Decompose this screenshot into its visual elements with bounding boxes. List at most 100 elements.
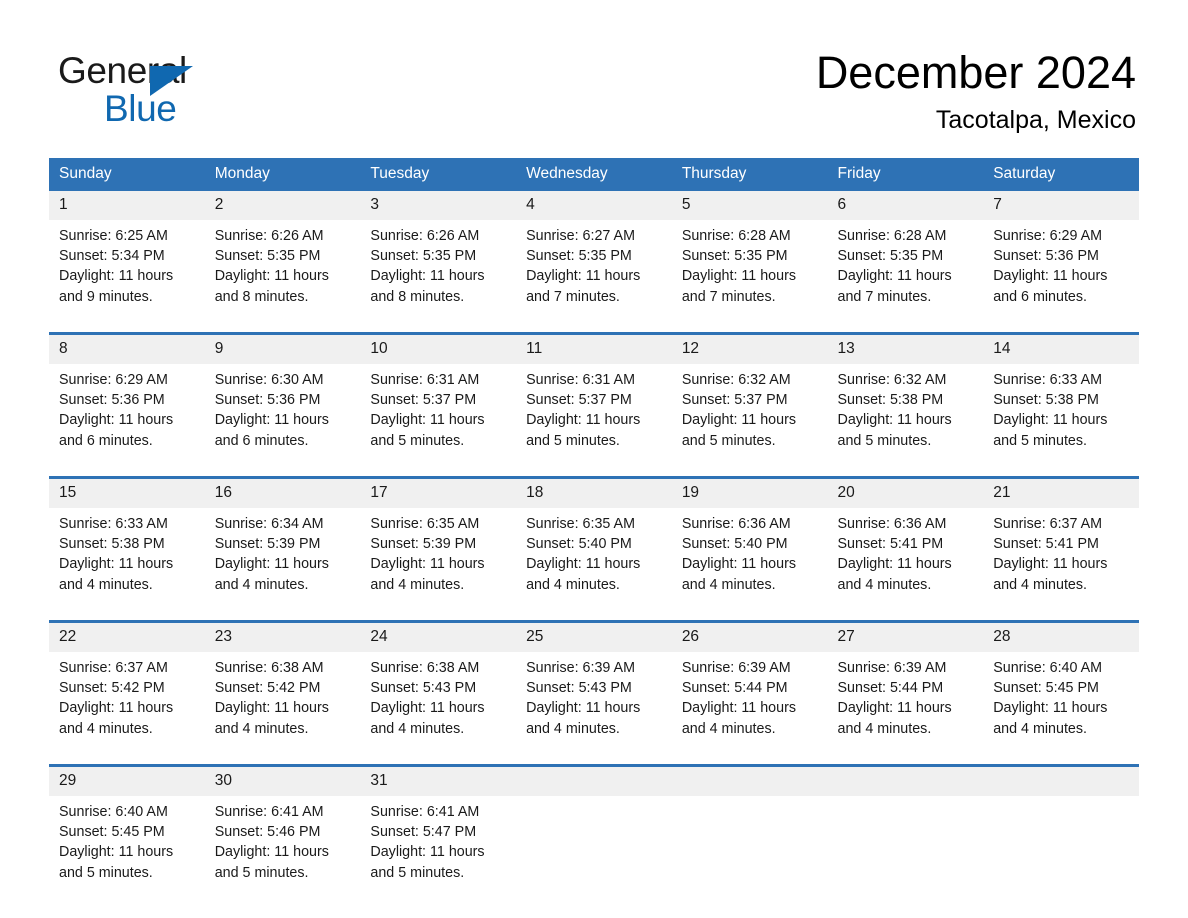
day-number-cell[interactable]: 1 — [49, 191, 205, 220]
day-details-cell[interactable]: Sunrise: 6:38 AM Sunset: 5:43 PM Daylight:… — [360, 652, 517, 748]
day-details-cell[interactable]: Sunrise: 6:39 AM Sunset: 5:44 PM Daylight:… — [827, 652, 984, 748]
day-details-cell[interactable]: Sunrise: 6:32 AM Sunset: 5:37 PM Daylight:… — [671, 364, 828, 460]
day-details-row: Sunrise: 6:25 AM Sunset: 5:34 PM Daylight:… — [49, 220, 1139, 316]
daylight-text-line2: and 8 minutes. — [214, 288, 309, 305]
day-details-cell[interactable]: Sunrise: 6:30 AM Sunset: 5:36 PM Daylight:… — [204, 364, 361, 460]
day-number-cell[interactable]: 30 — [204, 767, 361, 796]
title-block: December 2024 Tacotalpa, Mexico — [816, 46, 1136, 136]
day-number-cell[interactable]: 10 — [360, 335, 517, 364]
daylight-text-line2: and 7 minutes. — [526, 288, 620, 305]
day-details-cell[interactable]: Sunrise: 6:31 AM Sunset: 5:37 PM Daylight:… — [516, 364, 672, 460]
daylight-text-line2: and 7 minutes. — [681, 288, 776, 305]
day-details-cell[interactable]: Sunrise: 6:26 AM Sunset: 5:35 PM Daylight:… — [360, 220, 517, 316]
daylight-text-line1: Daylight: 11 hours — [214, 268, 329, 285]
day-number-cell[interactable]: 25 — [516, 623, 672, 652]
day-number-cell[interactable]: 24 — [360, 623, 517, 652]
sunrise-text: Sunrise: 6:26 AM — [370, 228, 480, 244]
day-details-cell[interactable]: Sunrise: 6:26 AM Sunset: 5:35 PM Daylight:… — [204, 220, 361, 316]
daylight-text-line1: Daylight: 11 hours — [526, 556, 641, 573]
day-details-cell[interactable]: Sunrise: 6:29 AM Sunset: 5:36 PM Daylight:… — [49, 364, 205, 460]
day-details-cell[interactable]: Sunrise: 6:35 AM Sunset: 5:39 PM Daylight:… — [360, 508, 517, 604]
day-details-cell[interactable]: Sunrise: 6:36 AM Sunset: 5:41 PM Daylight:… — [827, 508, 984, 604]
day-number-cell[interactable]: 9 — [204, 335, 361, 364]
day-details-cell[interactable]: Sunrise: 6:33 AM Sunset: 5:38 PM Daylight:… — [49, 508, 205, 604]
day-number-cell[interactable]: 13 — [827, 335, 984, 364]
generalblue-logo: General Blue — [58, 50, 398, 140]
day-details-cell[interactable]: Sunrise: 6:39 AM Sunset: 5:43 PM Daylight:… — [516, 652, 672, 748]
day-number-cell[interactable]: 12 — [671, 335, 828, 364]
sunrise-text: Sunrise: 6:32 AM — [681, 372, 791, 388]
page-subtitle-location: Tacotalpa, Mexico — [935, 106, 1136, 134]
day-details-cell[interactable]: Sunrise: 6:38 AM Sunset: 5:42 PM Daylight:… — [204, 652, 361, 748]
logo-text-blue: Blue — [104, 88, 177, 129]
day-number-cell[interactable]: 7 — [983, 191, 1139, 220]
calendar-body: 1 2 3 4 5 6 7 Sunrise: 6:25 AM Sunset: 5:34 PM Da… — [49, 191, 1139, 892]
day-details-cell[interactable]: Sunrise: 6:27 AM Sunset: 5:35 PM Daylight:… — [516, 220, 672, 316]
day-number-cell[interactable]: 18 — [516, 479, 672, 508]
day-details-cell[interactable]: Sunrise: 6:36 AM Sunset: 5:40 PM Daylight:… — [671, 508, 828, 604]
day-details-cell[interactable]: Sunrise: 6:29 AM Sunset: 5:36 PM Daylight:… — [983, 220, 1139, 316]
sunset-text: Sunset: 5:39 PM — [370, 536, 477, 553]
sunrise-text: Sunrise: 6:38 AM — [370, 660, 480, 676]
day-details-cell[interactable]: Sunrise: 6:31 AM Sunset: 5:37 PM Daylight:… — [360, 364, 517, 460]
day-number-cell[interactable]: 28 — [983, 623, 1139, 652]
sunset-text: Sunset: 5:44 PM — [681, 680, 788, 697]
daylight-text-line2: and 5 minutes. — [370, 432, 465, 449]
day-number-cell[interactable]: 26 — [671, 623, 828, 652]
day-number-cell[interactable]: 8 — [49, 335, 205, 364]
daylight-text-line1: Daylight: 11 hours — [370, 700, 485, 717]
weekday-header-sunday: Sunday — [49, 158, 205, 191]
sunset-text: Sunset: 5:44 PM — [837, 680, 944, 697]
daylight-text-line1: Daylight: 11 hours — [59, 844, 174, 861]
day-number-row: 1234567 — [49, 191, 1139, 220]
day-details-cell[interactable]: Sunrise: 6:28 AM Sunset: 5:35 PM Daylight:… — [827, 220, 984, 316]
day-number-cell[interactable]: 21 — [983, 479, 1139, 508]
day-number-cell[interactable]: 5 — [671, 191, 828, 220]
day-details-cell[interactable]: Sunrise: 6:37 AM Sunset: 5:41 PM Daylight:… — [983, 508, 1139, 604]
day-number-cell[interactable]: 15 — [49, 479, 205, 508]
day-details-cell[interactable]: Sunrise: 6:28 AM Sunset: 5:35 PM Daylight:… — [671, 220, 828, 316]
day-number-cell[interactable]: 17 — [360, 479, 517, 508]
day-number-cell[interactable]: 4 — [516, 191, 672, 220]
sunrise-text: Sunrise: 6:27 AM — [526, 228, 635, 244]
sunset-text: Sunset: 5:36 PM — [214, 392, 321, 409]
day-details-cell[interactable]: Sunrise: 6:34 AM Sunset: 5:39 PM Daylight:… — [204, 508, 361, 604]
day-details-cell[interactable]: Sunrise: 6:39 AM Sunset: 5:44 PM Daylight:… — [671, 652, 828, 748]
day-number-cell[interactable]: 14 — [983, 335, 1139, 364]
day-number-cell[interactable]: 23 — [204, 623, 361, 652]
day-number-cell[interactable]: 16 — [204, 479, 361, 508]
day-details-cell[interactable]: Sunrise: 6:41 AM Sunset: 5:47 PM Daylight:… — [360, 796, 517, 892]
day-number-cell[interactable]: 6 — [827, 191, 984, 220]
day-details-cell[interactable]: Sunrise: 6:40 AM Sunset: 5:45 PM Daylight:… — [983, 652, 1139, 748]
sunrise-text: Sunrise: 6:29 AM — [993, 228, 1103, 244]
daylight-text-line2: and 5 minutes. — [681, 432, 776, 449]
daylight-text-line1: Daylight: 11 hours — [214, 844, 329, 861]
sunrise-text: Sunrise: 6:26 AM — [214, 228, 324, 244]
day-details-cell[interactable]: Sunrise: 6:25 AM Sunset: 5:34 PM Daylight:… — [49, 220, 205, 316]
day-details-cell[interactable]: Sunrise: 6:40 AM Sunset: 5:45 PM Daylight:… — [49, 796, 205, 892]
day-details-cell[interactable]: Sunrise: 6:35 AM Sunset: 5:40 PM Daylight:… — [516, 508, 672, 604]
sunrise-text: Sunrise: 6:39 AM — [681, 660, 791, 676]
sunset-text: Sunset: 5:41 PM — [993, 536, 1099, 553]
day-number-cell[interactable]: 22 — [49, 623, 205, 652]
day-details-cell[interactable]: Sunrise: 6:37 AM Sunset: 5:42 PM Daylight:… — [49, 652, 205, 748]
sunrise-text: Sunrise: 6:25 AM — [59, 228, 168, 244]
day-number-cell[interactable]: 29 — [49, 767, 205, 796]
day-number-cell[interactable]: 2 — [204, 191, 361, 220]
daylight-text-line1: Daylight: 11 hours — [681, 700, 796, 717]
day-number-cell[interactable]: 20 — [827, 479, 984, 508]
sunset-text: Sunset: 5:37 PM — [370, 392, 477, 409]
day-number-cell[interactable]: 3 — [360, 191, 517, 220]
sunset-text: Sunset: 5:35 PM — [214, 248, 321, 265]
day-number-row: 8 9 10 11 12 13 14 — [49, 335, 1139, 364]
day-details-cell[interactable]: Sunrise: 6:33 AM Sunset: 5:38 PM Daylight:… — [983, 364, 1139, 460]
daylight-text-line1: Daylight: 11 hours — [59, 556, 174, 573]
day-number-cell[interactable]: 27 — [827, 623, 984, 652]
day-number-cell[interactable]: 11 — [516, 335, 672, 364]
day-number-cell[interactable]: 19 — [671, 479, 828, 508]
daylight-text-line2: and 5 minutes. — [993, 432, 1088, 449]
empty-details-cell — [671, 796, 828, 892]
day-details-cell[interactable]: Sunrise: 6:32 AM Sunset: 5:38 PM Daylight:… — [827, 364, 984, 460]
day-number-cell[interactable]: 31 — [360, 767, 517, 796]
day-details-cell[interactable]: Sunrise: 6:41 AM Sunset: 5:46 PM Daylight:… — [204, 796, 361, 892]
